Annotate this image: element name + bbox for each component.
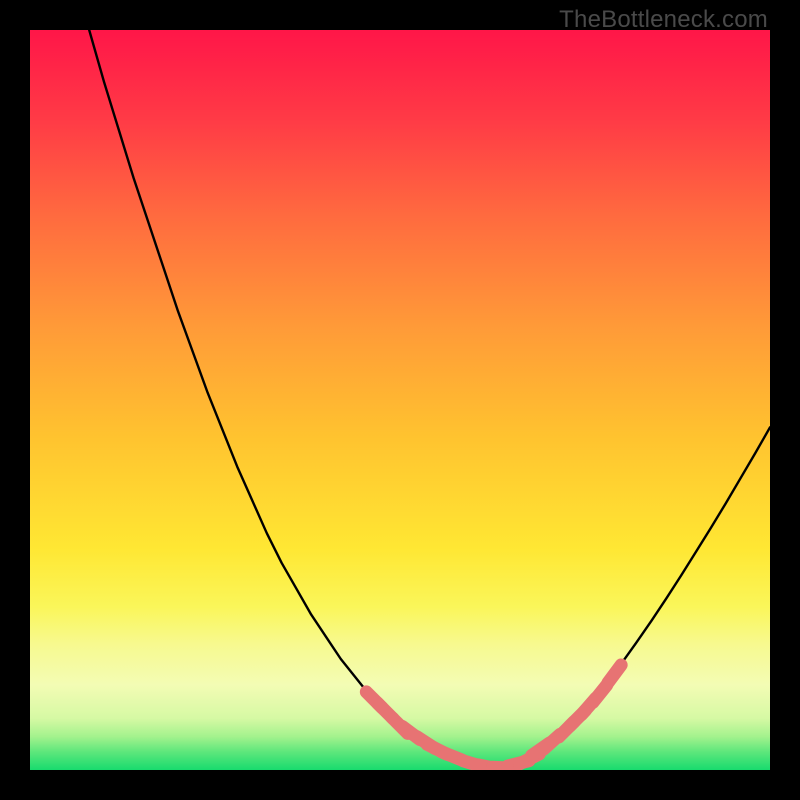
chart-frame: TheBottleneck.com	[0, 0, 800, 800]
plot-area	[30, 30, 770, 770]
marker-point	[608, 665, 621, 683]
curve-layer	[30, 30, 770, 770]
bottleneck-curve	[89, 30, 770, 768]
watermark-text: TheBottleneck.com	[559, 6, 768, 34]
highlighted-points	[366, 665, 621, 769]
